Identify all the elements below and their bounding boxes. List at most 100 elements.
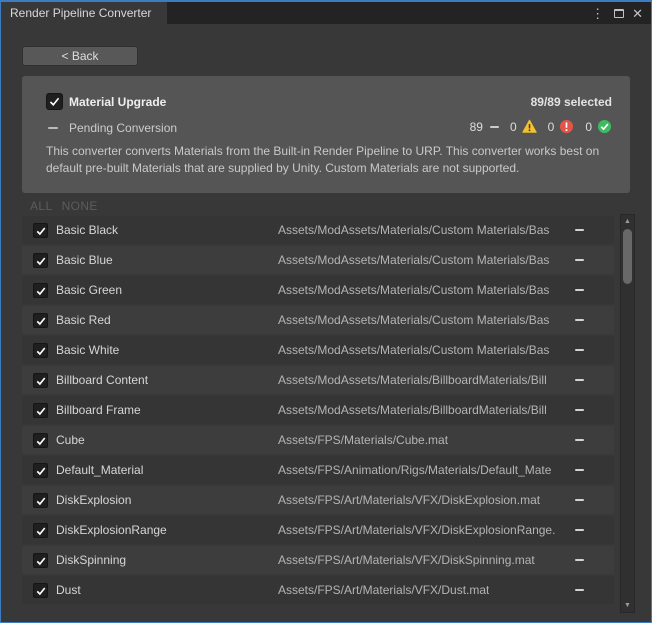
item-pending-icon xyxy=(575,589,584,591)
titlebar-spacer xyxy=(167,2,589,24)
item-name: Basic Black xyxy=(56,223,118,237)
converter-checkbox[interactable] xyxy=(46,93,63,110)
item-name: Basic Blue xyxy=(56,253,113,267)
item-path: Assets/ModAssets/Materials/Custom Materi… xyxy=(278,223,549,237)
item-pending-icon xyxy=(575,469,584,471)
item-name: Basic White xyxy=(56,343,119,357)
success-count: 0 xyxy=(585,120,592,134)
item-name: Billboard Content xyxy=(56,373,148,387)
item-path: Assets/ModAssets/Materials/Custom Materi… xyxy=(278,313,549,327)
back-button[interactable]: < Back xyxy=(22,46,138,66)
close-icon[interactable]: ✕ xyxy=(632,7,643,20)
selection-controls: ALL NONE xyxy=(30,199,98,213)
item-pending-icon xyxy=(575,379,584,381)
item-pending-icon xyxy=(575,409,584,411)
check-icon xyxy=(35,345,47,357)
item-name: Dust xyxy=(56,583,81,597)
item-checkbox[interactable] xyxy=(33,343,48,358)
title-bar: Render Pipeline Converter ⋮ ✕ xyxy=(1,2,651,24)
list-item[interactable]: Basic Blue Assets/ModAssets/Materials/Cu… xyxy=(22,246,614,274)
warning-count: 0 xyxy=(510,120,517,134)
item-path: Assets/ModAssets/Materials/Custom Materi… xyxy=(278,343,549,357)
check-icon xyxy=(35,555,47,567)
select-all-button[interactable]: ALL xyxy=(30,199,53,213)
item-path: Assets/FPS/Art/Materials/VFX/DiskExplosi… xyxy=(278,523,555,537)
item-name: DiskExplosionRange xyxy=(56,523,167,537)
item-pending-icon xyxy=(575,499,584,501)
list-item[interactable]: Dust Assets/FPS/Art/Materials/VFX/Dust.m… xyxy=(22,576,614,604)
item-path: Assets/FPS/Art/Materials/VFX/DiskSpinnin… xyxy=(278,553,535,567)
converter-panel: Material Upgrade 89/89 selected Pending … xyxy=(22,76,630,193)
error-icon xyxy=(559,119,574,134)
check-icon xyxy=(48,95,61,108)
item-checkbox[interactable] xyxy=(33,433,48,448)
error-count: 0 xyxy=(548,120,555,134)
check-icon xyxy=(35,405,47,417)
item-name: Basic Green xyxy=(56,283,122,297)
list-item[interactable]: Basic Black Assets/ModAssets/Materials/C… xyxy=(22,216,614,244)
vertical-scrollbar[interactable]: ▲ ▼ xyxy=(620,214,635,613)
select-none-button[interactable]: NONE xyxy=(62,199,98,213)
item-pending-icon xyxy=(575,229,584,231)
item-checkbox[interactable] xyxy=(33,253,48,268)
item-pending-icon xyxy=(575,349,584,351)
pending-conversion-label: Pending Conversion xyxy=(69,121,177,135)
item-name: Default_Material xyxy=(56,463,143,477)
pending-count: 89 xyxy=(470,120,483,134)
conversion-list: Basic Black Assets/ModAssets/Materials/C… xyxy=(22,216,614,606)
list-item[interactable]: Basic Red Assets/ModAssets/Materials/Cus… xyxy=(22,306,614,334)
list-item[interactable]: Default_Material Assets/FPS/Animation/Ri… xyxy=(22,456,614,484)
check-icon xyxy=(35,255,47,267)
item-checkbox[interactable] xyxy=(33,583,48,598)
item-checkbox[interactable] xyxy=(33,373,48,388)
check-icon xyxy=(35,495,47,507)
check-icon xyxy=(35,435,47,447)
list-item[interactable]: Billboard Content Assets/ModAssets/Mater… xyxy=(22,366,614,394)
window-title: Render Pipeline Converter xyxy=(10,6,151,20)
check-icon xyxy=(35,375,47,387)
check-icon xyxy=(35,585,47,597)
item-name: Basic Red xyxy=(56,313,111,327)
item-checkbox[interactable] xyxy=(33,553,48,568)
pending-dash-icon xyxy=(48,127,58,129)
item-checkbox[interactable] xyxy=(33,403,48,418)
item-pending-icon xyxy=(575,319,584,321)
scrollbar-thumb[interactable] xyxy=(623,229,632,284)
item-path: Assets/ModAssets/Materials/Custom Materi… xyxy=(278,283,549,297)
status-counters: 89 0 0 0 xyxy=(470,119,612,134)
list-item[interactable]: DiskSpinning Assets/FPS/Art/Materials/VF… xyxy=(22,546,614,574)
tab-render-pipeline-converter[interactable]: Render Pipeline Converter xyxy=(1,2,167,24)
check-icon xyxy=(35,285,47,297)
item-pending-icon xyxy=(575,529,584,531)
window-menu-icon[interactable]: ⋮ xyxy=(589,7,606,20)
selected-count: 89/89 selected xyxy=(531,95,612,109)
item-checkbox[interactable] xyxy=(33,523,48,538)
list-item[interactable]: Cube Assets/FPS/Materials/Cube.mat xyxy=(22,426,614,454)
item-name: DiskSpinning xyxy=(56,553,126,567)
scroll-down-icon[interactable]: ▼ xyxy=(621,599,634,612)
list-item[interactable]: Basic Green Assets/ModAssets/Materials/C… xyxy=(22,276,614,304)
item-checkbox[interactable] xyxy=(33,283,48,298)
maximize-icon[interactable] xyxy=(614,9,624,18)
item-checkbox[interactable] xyxy=(33,223,48,238)
render-pipeline-converter-window: Render Pipeline Converter ⋮ ✕ < Back Mat… xyxy=(0,0,652,623)
item-checkbox[interactable] xyxy=(33,463,48,478)
list-item[interactable]: Basic White Assets/ModAssets/Materials/C… xyxy=(22,336,614,364)
item-path: Assets/ModAssets/Materials/BillboardMate… xyxy=(278,403,547,417)
item-pending-icon xyxy=(575,559,584,561)
item-path: Assets/FPS/Art/Materials/VFX/DiskExplosi… xyxy=(278,493,540,507)
converter-description: This converter converts Materials from t… xyxy=(46,143,612,177)
item-name: Billboard Frame xyxy=(56,403,141,417)
list-item[interactable]: DiskExplosion Assets/FPS/Art/Materials/V… xyxy=(22,486,614,514)
check-icon xyxy=(35,225,47,237)
item-path: Assets/FPS/Animation/Rigs/Materials/Defa… xyxy=(278,463,551,477)
item-name: DiskExplosion xyxy=(56,493,131,507)
check-icon xyxy=(35,465,47,477)
list-item[interactable]: Billboard Frame Assets/ModAssets/Materia… xyxy=(22,396,614,424)
item-checkbox[interactable] xyxy=(33,493,48,508)
check-icon xyxy=(35,315,47,327)
list-item[interactable]: DiskExplosionRange Assets/FPS/Art/Materi… xyxy=(22,516,614,544)
item-name: Cube xyxy=(56,433,85,447)
scroll-up-icon[interactable]: ▲ xyxy=(621,215,634,228)
item-checkbox[interactable] xyxy=(33,313,48,328)
